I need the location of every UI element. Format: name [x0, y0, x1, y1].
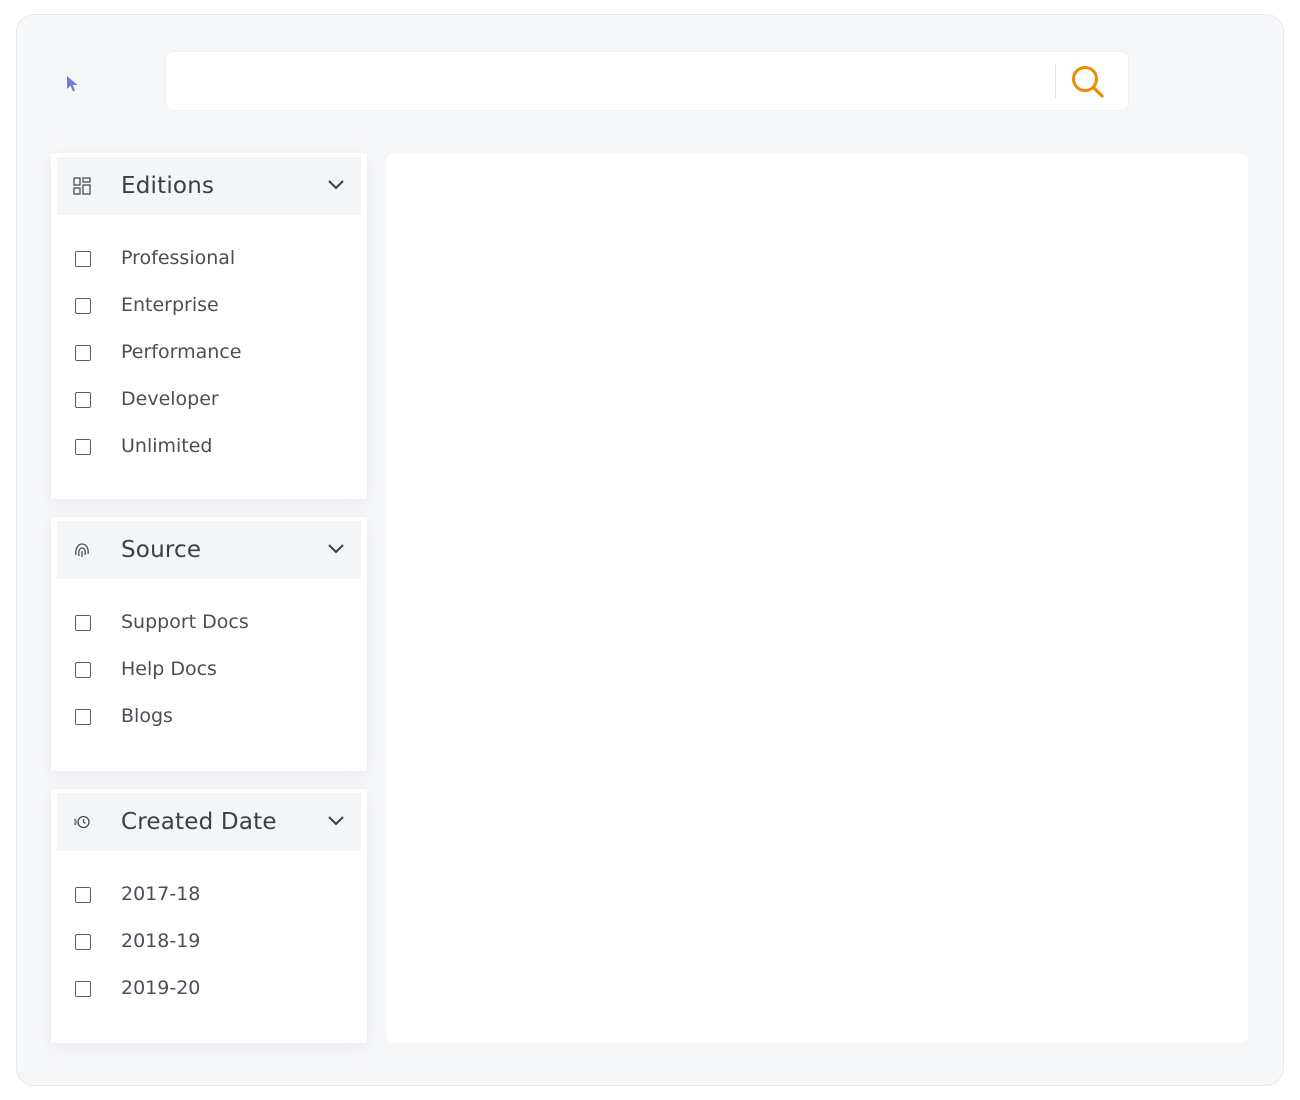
option-label: Developer: [121, 388, 219, 410]
option-label: Support Docs: [121, 611, 249, 633]
filter-option-2017-18[interactable]: 2017-18: [57, 873, 361, 920]
filter-option-enterprise[interactable]: Enterprise: [57, 284, 361, 331]
option-label: Unlimited: [121, 435, 213, 457]
grid-icon: [73, 177, 91, 195]
option-label: Performance: [121, 341, 242, 363]
filter-option-blogs[interactable]: Blogs: [57, 695, 361, 742]
filter-title: Source: [121, 537, 202, 563]
history-icon: [73, 813, 91, 831]
filter-option-performance[interactable]: Performance: [57, 331, 361, 378]
filter-title: Editions: [121, 173, 215, 199]
filter-option-support-docs[interactable]: Support Docs: [57, 601, 361, 648]
checkbox[interactable]: [75, 298, 91, 314]
search-button[interactable]: [1066, 60, 1110, 104]
filter-option-developer[interactable]: Developer: [57, 378, 361, 425]
checkbox[interactable]: [75, 709, 91, 725]
checkbox[interactable]: [75, 392, 91, 408]
checkbox[interactable]: [75, 934, 91, 950]
filter-header-editions[interactable]: Editions: [57, 157, 361, 215]
checkbox[interactable]: [75, 662, 91, 678]
checkbox[interactable]: [75, 345, 91, 361]
checkbox[interactable]: [75, 251, 91, 267]
search-icon: [1072, 66, 1104, 98]
checkbox[interactable]: [75, 981, 91, 997]
cursor-icon: [67, 76, 78, 92]
checkbox[interactable]: [75, 887, 91, 903]
option-label: 2017-18: [121, 883, 201, 905]
filter-panel-created-date: Created Date 2017-18 2018-19 2019-20: [51, 789, 367, 1043]
filter-panel-editions: Editions Professional Enterprise Perform…: [51, 153, 367, 499]
filter-options-source: Support Docs Help Docs Blogs: [57, 579, 361, 742]
filter-option-unlimited[interactable]: Unlimited: [57, 425, 361, 472]
results-panel: [386, 153, 1248, 1043]
filter-options-editions: Professional Enterprise Performance Deve…: [57, 215, 361, 472]
checkbox[interactable]: [75, 615, 91, 631]
option-label: Blogs: [121, 705, 173, 727]
search-bar: [165, 51, 1129, 111]
checkbox[interactable]: [75, 439, 91, 455]
chevron-down-icon[interactable]: [327, 179, 345, 191]
filter-option-professional[interactable]: Professional: [57, 237, 361, 284]
search-divider: [1055, 64, 1056, 98]
fingerprint-icon: [73, 541, 91, 559]
option-label: 2018-19: [121, 930, 201, 952]
filter-title: Created Date: [121, 809, 277, 835]
option-label: Enterprise: [121, 294, 219, 316]
filter-option-2018-19[interactable]: 2018-19: [57, 920, 361, 967]
app-frame: Editions Professional Enterprise Perform…: [16, 14, 1284, 1086]
option-label: Help Docs: [121, 658, 217, 680]
search-input[interactable]: [182, 52, 1042, 110]
filter-panel-source: Source Support Docs Help Docs Blogs: [51, 517, 367, 771]
chevron-down-icon[interactable]: [327, 815, 345, 827]
option-label: Professional: [121, 247, 236, 269]
filter-option-help-docs[interactable]: Help Docs: [57, 648, 361, 695]
filter-option-2019-20[interactable]: 2019-20: [57, 967, 361, 1014]
chevron-down-icon[interactable]: [327, 543, 345, 555]
filter-header-source[interactable]: Source: [57, 521, 361, 579]
option-label: 2019-20: [121, 977, 201, 999]
filter-header-created-date[interactable]: Created Date: [57, 793, 361, 851]
filter-options-created-date: 2017-18 2018-19 2019-20: [57, 851, 361, 1014]
